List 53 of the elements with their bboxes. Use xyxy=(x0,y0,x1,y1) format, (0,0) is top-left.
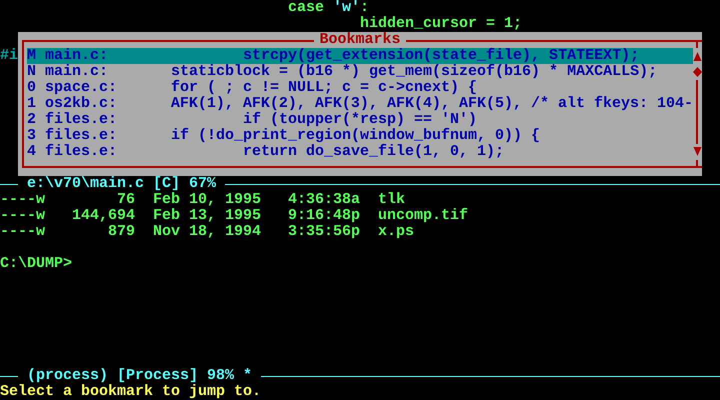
bookmark-item[interactable]: 4 files.e: return do_save_file(1, 0, 1); xyxy=(27,144,693,160)
bookmark-item[interactable]: M main.c: strcpy(get_extension(state_file), STATEEXT); xyxy=(27,48,693,64)
bookmark-item[interactable]: 2 files.e: if (toupper(*resp) == 'N') xyxy=(27,112,693,128)
bookmark-key: M xyxy=(27,48,45,64)
bookmark-key: 0 xyxy=(27,80,45,96)
bookmark-line: if (!do_print_region(window_bufnum, 0)) { xyxy=(171,128,540,144)
file-time: 4:36:38a xyxy=(288,192,360,208)
mode-line-text: e:\v70\main.c [C] 67% xyxy=(27,176,216,192)
code-line: hidden_cursor = 1; xyxy=(360,16,522,32)
bookmark-line: AFK(1), AFK(2), AFK(3), AFK(4), AFK(5), /* alt fkeys: 104- xyxy=(170,96,693,112)
bookmark-file: files.e: xyxy=(45,112,118,128)
bookmark-line: for ( ; c != NULL; c = c->cnext) { xyxy=(171,80,478,96)
bookmark-key: 3 xyxy=(27,128,45,144)
bookmark-line: staticblock = (b16 *) get_mem(sizeof(b16) * MAXCALLS); xyxy=(171,64,658,80)
bookmark-item[interactable]: 1 os2kb.c: AFK(1), AFK(2), AFK(3), AFK(4), AFK(5), /* alt fkeys: 104- xyxy=(27,96,693,112)
bookmark-key: 2 xyxy=(27,112,45,128)
file-name: x.ps xyxy=(378,224,414,240)
file-date: Nov 18, 1994 xyxy=(153,224,261,240)
file-permissions: ----w xyxy=(0,208,45,224)
file-name: uncomp.tif xyxy=(378,208,468,224)
file-permissions: ----w xyxy=(0,192,45,208)
bookmark-item[interactable]: 0 space.c: for ( ; c != NULL; c = c->cnext) { xyxy=(27,80,693,96)
bookmark-item[interactable]: N main.c: staticblock = (b16 *) get_mem(sizeof(b16) * MAXCALLS); xyxy=(27,64,693,80)
bookmark-line: if (toupper(*resp) == 'N') xyxy=(243,112,478,128)
bookmark-key: 1 xyxy=(27,96,45,112)
code-line: #i xyxy=(0,47,18,64)
scroll-down-icon[interactable] xyxy=(693,147,702,157)
bookmark-line: return do_save_file(1, 0, 1); xyxy=(242,144,504,160)
scroll-thumb[interactable] xyxy=(693,67,702,77)
bookmark-key: N xyxy=(27,64,45,80)
file-time: 3:35:56p xyxy=(288,224,360,240)
mode-line-text: (process) [Process] 98% * xyxy=(27,368,252,384)
bookmark-file: files.e: xyxy=(45,128,118,144)
bookmark-file: main.c: xyxy=(45,64,110,80)
shell-prompt: C:\DUMP> xyxy=(0,256,72,272)
echo-message: Select a bookmark to jump to. xyxy=(0,384,262,400)
file-size: 879 xyxy=(106,224,135,240)
file-date: Feb 13, 1995 xyxy=(153,208,261,224)
bookmark-item[interactable]: 3 files.e: if (!do_print_region(window_bufnum, 0)) { xyxy=(27,128,693,144)
file-permissions: ----w xyxy=(0,224,45,240)
bookmark-file: space.c: xyxy=(45,80,118,96)
file-name: tlk xyxy=(378,192,406,208)
file-size: 144,694 xyxy=(70,208,135,224)
bookmark-file: files.e: xyxy=(45,144,118,160)
bookmark-line: strcpy(get_extension(state_file), STATEEXT); xyxy=(242,48,640,64)
bookmark-file: main.c: xyxy=(45,48,110,64)
bookmark-key: 4 xyxy=(27,144,45,160)
scrollbar[interactable] xyxy=(693,40,702,168)
bookmark-file: os2kb.c: xyxy=(44,96,118,112)
file-size: 76 xyxy=(116,192,135,208)
file-date: Feb 10, 1995 xyxy=(153,192,261,208)
file-time: 9:16:48p xyxy=(288,208,360,224)
code-line: case 'w': xyxy=(288,0,370,16)
